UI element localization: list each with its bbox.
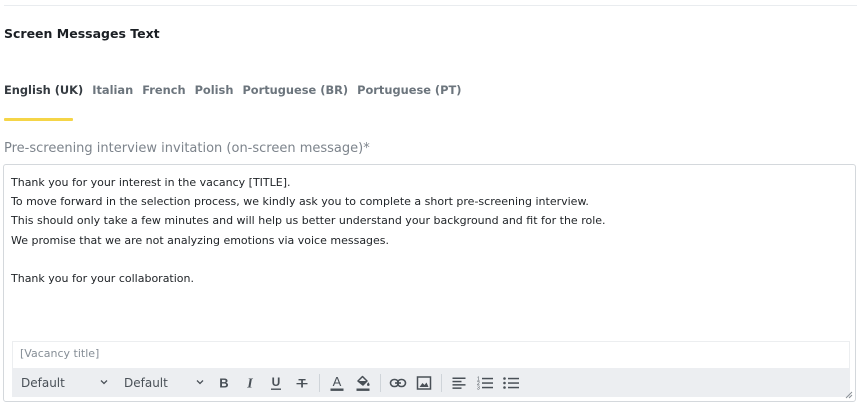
link-button[interactable] — [385, 368, 411, 397]
italic-icon: I — [246, 376, 253, 391]
toolbar-divider — [441, 373, 442, 392]
toolbar-divider — [380, 373, 381, 392]
field-label: Pre-screening interview invitation (on-s… — [4, 141, 370, 156]
tab-english-uk[interactable]: English (UK) — [4, 83, 83, 97]
editor-toolbar: Default Default B I U T A 1 2 3 — [12, 368, 850, 397]
font-select[interactable]: Default — [12, 368, 115, 397]
variable-bar: [Vacancy title] — [12, 341, 850, 368]
tab-polish[interactable]: Polish — [195, 83, 234, 97]
editor-line: Thank you for your collaboration. — [11, 271, 195, 285]
text-color-icon: A — [330, 374, 344, 391]
align-left-icon — [452, 377, 466, 389]
link-icon — [389, 378, 407, 387]
size-select-value: Default — [124, 375, 168, 390]
svg-text:I: I — [246, 376, 253, 391]
chevron-down-icon — [196, 380, 204, 385]
image-button[interactable] — [411, 368, 437, 397]
tab-french[interactable]: French — [142, 83, 185, 97]
svg-text:3: 3 — [477, 385, 480, 391]
vacancy-title-variable[interactable]: [Vacancy title] — [20, 347, 99, 360]
bold-button[interactable]: B — [211, 368, 237, 397]
bullet-list-icon — [503, 376, 519, 389]
editor-line: Thank you for your interest in the vacan… — [11, 176, 291, 189]
fill-color-icon — [356, 375, 370, 391]
rich-text-editor[interactable]: Thank you for your interest in the vacan… — [3, 164, 856, 402]
strikethrough-icon: T — [296, 376, 308, 390]
toolbar-divider — [319, 373, 320, 392]
svg-text:U: U — [272, 375, 281, 389]
tab-portuguese-br[interactable]: Portuguese (BR) — [242, 83, 348, 97]
underline-icon: U — [271, 375, 281, 390]
underline-button[interactable]: U — [263, 368, 289, 397]
language-tabs: English (UK) Italian French Polish Portu… — [4, 83, 470, 97]
italic-button[interactable]: I — [237, 368, 263, 397]
font-select-value: Default — [21, 375, 65, 390]
ordered-list-button[interactable]: 1 2 3 — [472, 368, 498, 397]
ordered-list-icon: 1 2 3 — [477, 376, 493, 391]
chevron-down-icon — [100, 380, 108, 385]
svg-text:B: B — [219, 375, 228, 390]
editor-line: We promise that we are not analyzing emo… — [11, 233, 390, 247]
strikethrough-button[interactable]: T — [289, 368, 315, 397]
svg-text:A: A — [333, 374, 342, 389]
tab-portuguese-pt[interactable]: Portuguese (PT) — [357, 83, 461, 97]
bullet-list-button[interactable] — [498, 368, 524, 397]
fill-color-button[interactable] — [350, 368, 376, 397]
resize-handle-icon[interactable] — [845, 391, 853, 399]
editor-line: To move forward in the selection process… — [11, 195, 589, 209]
active-tab-indicator — [4, 118, 73, 121]
tab-italian[interactable]: Italian — [92, 83, 133, 97]
image-icon — [416, 375, 432, 390]
bold-icon: B — [219, 375, 228, 390]
top-divider — [4, 5, 857, 6]
size-select[interactable]: Default — [115, 368, 211, 397]
editor-line: This should only take a few minutes and … — [11, 214, 606, 228]
editor-content[interactable]: Thank you for your interest in the vacan… — [11, 173, 847, 288]
text-color-button[interactable]: A — [324, 368, 350, 397]
section-title: Screen Messages Text — [4, 26, 160, 41]
align-left-button[interactable] — [446, 368, 472, 397]
